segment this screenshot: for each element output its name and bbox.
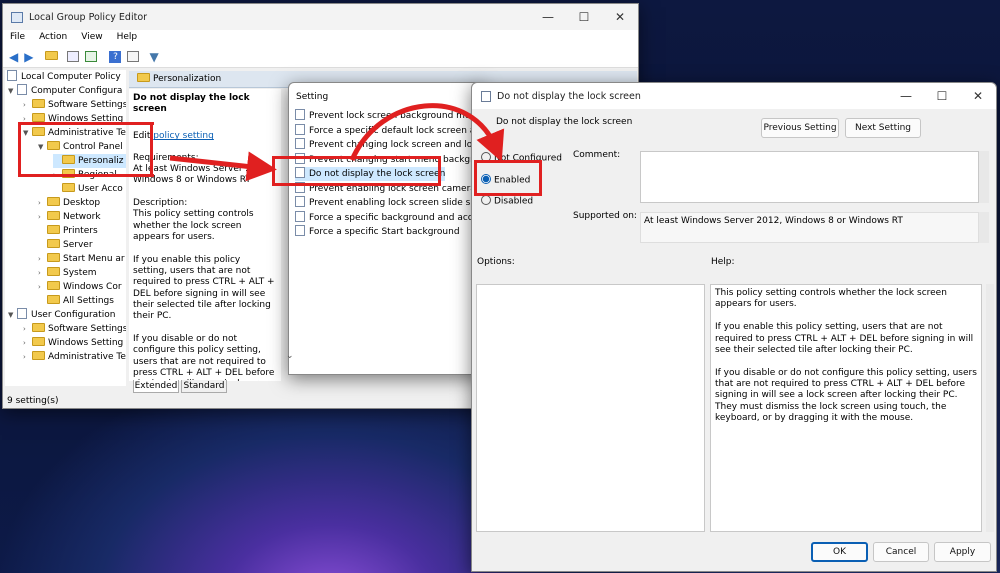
arrow-to-policy <box>169 151 277 182</box>
arrow-to-dialog <box>349 103 505 162</box>
annotation-arrows <box>169 103 505 182</box>
